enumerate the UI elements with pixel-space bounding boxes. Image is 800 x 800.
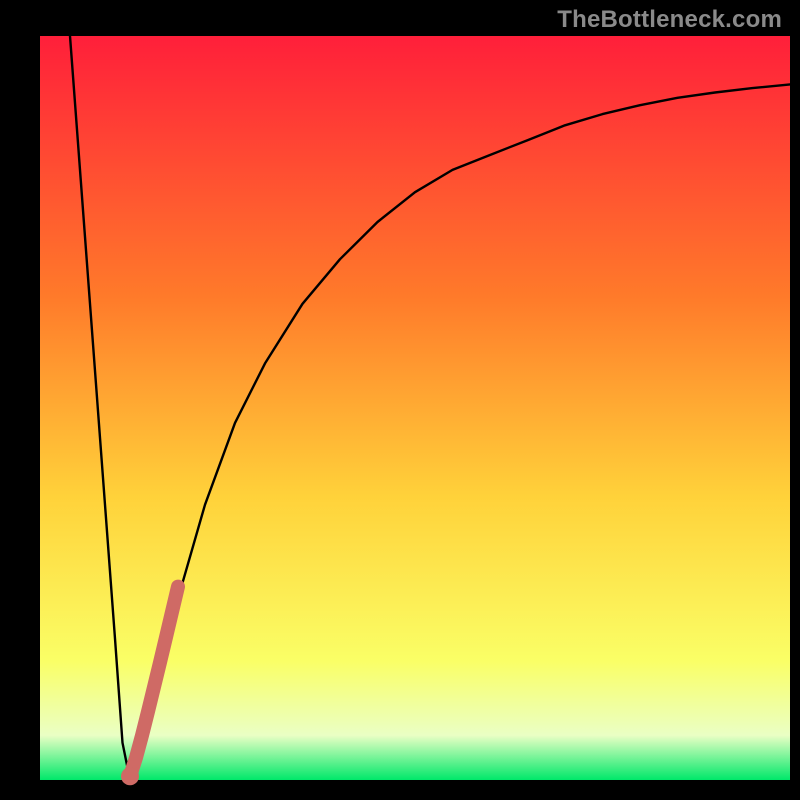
chart-frame: { "watermark": "TheBottleneck.com", "col… <box>0 0 800 800</box>
bottleneck-chart <box>0 0 800 800</box>
watermark-text: TheBottleneck.com <box>557 6 782 34</box>
highlight-end-dot <box>121 767 139 785</box>
